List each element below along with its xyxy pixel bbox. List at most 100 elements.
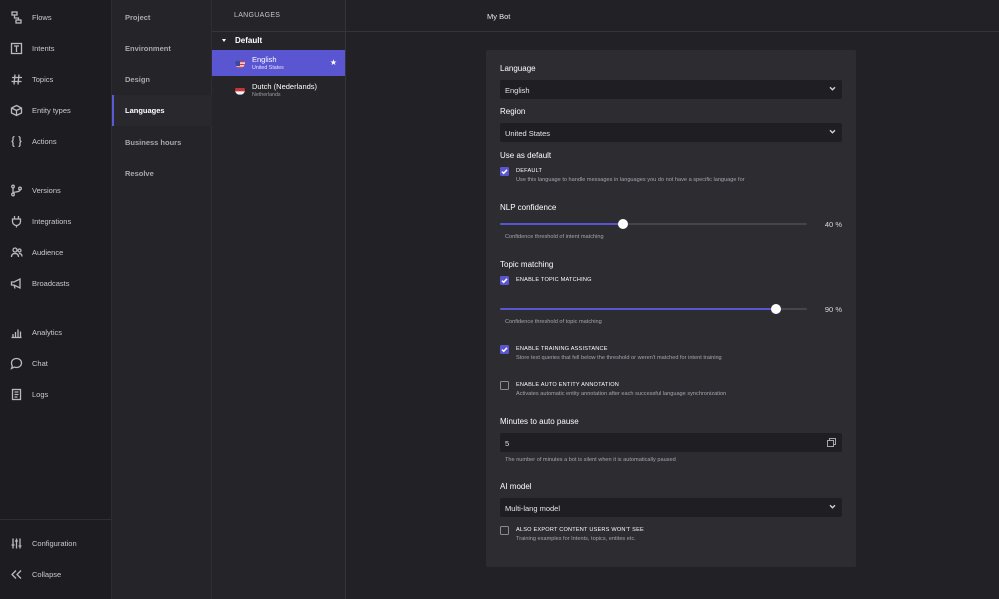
use-as-default-label: Use as default (500, 151, 552, 160)
topic-matching-value: 90 % (824, 305, 842, 314)
export-hidden-content-desc: Training examples for Intents, topics, e… (516, 536, 636, 542)
bar-chart-icon (10, 326, 23, 339)
nav-item-flows[interactable]: Flows (0, 6, 112, 28)
language-settings-panel: Language English Region United States Us… (486, 50, 856, 567)
nlp-confidence-slider[interactable] (500, 219, 807, 229)
nav-label: Configuration (32, 538, 77, 548)
nav-label: Topics (32, 74, 54, 84)
region-select-value: United States (505, 129, 551, 138)
nav-label: Audience (32, 247, 64, 257)
settings-menu: Project Environment Design Languages Bus… (112, 0, 212, 599)
nav-label: Collapse (32, 569, 62, 579)
auto-pause-input[interactable]: 5 (500, 433, 842, 452)
nav-label: Broadcasts (32, 278, 70, 288)
group-label: Default (235, 36, 263, 45)
main-content: My Bot Language English Region United St… (346, 0, 999, 599)
nav-label: Actions (32, 136, 57, 146)
branch-icon (10, 184, 23, 197)
main-navigation: Flows Intents Topics Entity types Action… (0, 0, 112, 599)
collapse-icon (10, 568, 23, 581)
nav-label: Logs (32, 389, 49, 399)
auto-pause-label: Minutes to auto pause (500, 417, 579, 426)
training-assistance-desc: Store text queries that fell below the t… (516, 355, 722, 361)
auto-entity-annotation-title: ENABLE AUTO ENTITY ANNOTATION (516, 382, 619, 388)
settings-item-environment[interactable]: Environment (112, 33, 212, 64)
nav-item-versions[interactable]: Versions (0, 179, 112, 201)
users-icon (10, 246, 23, 259)
ai-model-select[interactable]: Multi-lang model (500, 498, 842, 517)
nav-item-broadcasts[interactable]: Broadcasts (0, 272, 112, 294)
topic-matching-label: Topic matching (500, 260, 554, 269)
slider-thumb[interactable] (617, 219, 628, 229)
flows-icon (10, 10, 23, 24)
settings-item-languages[interactable]: Languages (112, 95, 212, 126)
language-region: United States (252, 65, 284, 71)
nav-label: Intents (32, 43, 55, 53)
settings-item-project[interactable]: Project (112, 2, 212, 33)
default-checkbox[interactable] (500, 167, 509, 176)
nlp-confidence-hint: Confidence threshold of intent matching (505, 234, 604, 240)
settings-item-resolve[interactable]: Resolve (112, 158, 212, 189)
nav-label: Versions (32, 185, 61, 195)
languages-panel: LANGUAGES Default English United States … (212, 0, 346, 599)
nav-item-audience[interactable]: Audience (0, 241, 112, 263)
nav-item-chat[interactable]: Chat (0, 352, 112, 374)
nav-item-integrations[interactable]: Integrations (0, 210, 112, 232)
star-icon[interactable]: ★ (330, 58, 337, 67)
auto-pause-value: 5 (505, 439, 510, 448)
topic-matching-hint: Confidence threshold of topic matching (505, 319, 602, 325)
settings-item-design[interactable]: Design (112, 64, 212, 95)
region-label: Region (500, 107, 526, 116)
languages-header: LANGUAGES (212, 0, 345, 32)
default-checkbox-desc: Use this language to handle messages in … (516, 177, 745, 183)
nav-label: Analytics (32, 327, 63, 337)
nav-item-topics[interactable]: Topics (0, 68, 112, 90)
language-item-english[interactable]: English United States ★ (212, 50, 345, 76)
copy-icon[interactable] (827, 438, 836, 447)
nav-item-intents[interactable]: Intents (0, 37, 112, 59)
language-select[interactable]: English (500, 80, 842, 99)
language-name: Dutch (Nederlands) (252, 82, 318, 91)
language-label: Language (500, 64, 536, 73)
slider-fill (500, 308, 777, 310)
settings-item-business-hours[interactable]: Business hours (112, 127, 212, 158)
document-icon (10, 388, 23, 401)
nav-label: Integrations (32, 216, 72, 226)
slider-thumb[interactable] (771, 304, 782, 314)
us-flag-icon (235, 58, 245, 68)
check-icon (501, 169, 508, 175)
language-select-value: English (505, 86, 530, 95)
hash-icon (10, 73, 23, 86)
nlp-confidence-value: 40 % (824, 220, 842, 229)
export-hidden-content-checkbox[interactable] (500, 526, 509, 535)
auto-entity-annotation-desc: Activates automatic entity annotation af… (516, 391, 727, 397)
chevron-down-icon (829, 128, 836, 135)
topic-matching-slider[interactable] (500, 304, 807, 314)
intents-icon (10, 42, 23, 55)
main-header: My Bot (346, 0, 999, 32)
nav-item-collapse[interactable]: Collapse (0, 563, 112, 585)
chevron-down-icon (829, 85, 836, 92)
check-icon (501, 347, 508, 353)
nav-label: Entity types (32, 105, 71, 115)
training-assistance-checkbox[interactable] (500, 345, 509, 354)
nl-flag-icon (235, 85, 245, 95)
sliders-icon (10, 537, 23, 550)
nav-item-entity-types[interactable]: Entity types (0, 99, 112, 121)
nav-item-configuration[interactable]: Configuration (0, 532, 112, 554)
language-group-default[interactable]: Default (222, 36, 262, 45)
nav-label: Chat (32, 358, 48, 368)
region-select[interactable]: United States (500, 123, 842, 142)
auto-entity-annotation-checkbox[interactable] (500, 381, 509, 390)
language-region: Netherlands (252, 92, 281, 98)
topic-matching-checkbox[interactable] (500, 276, 509, 285)
braces-icon (10, 135, 23, 148)
nav-item-analytics[interactable]: Analytics (0, 321, 112, 343)
nav-item-logs[interactable]: Logs (0, 383, 112, 405)
nav-divider (0, 519, 112, 520)
nav-item-actions[interactable]: Actions (0, 130, 112, 152)
plug-icon (10, 215, 23, 228)
ai-model-select-value: Multi-lang model (505, 504, 561, 513)
megaphone-icon (10, 277, 23, 290)
language-item-dutch[interactable]: Dutch (Nederlands) Netherlands (212, 77, 345, 103)
